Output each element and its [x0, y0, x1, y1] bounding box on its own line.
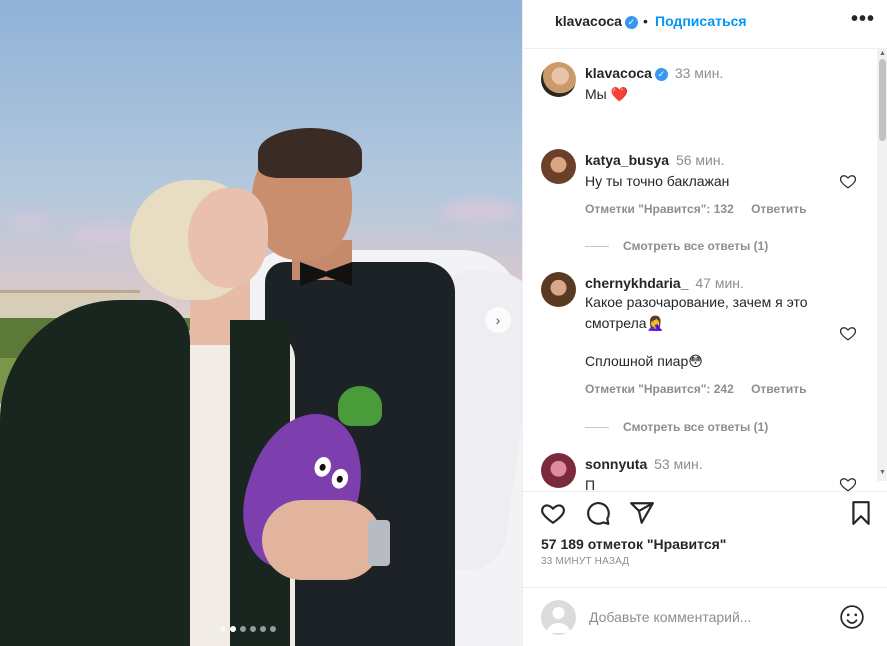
comment-time[interactable]: 56 мин.	[676, 152, 725, 168]
comment-username[interactable]: katya_busya	[585, 152, 669, 168]
caption: klavacoca ✓ 33 мин.	[585, 63, 835, 84]
comment-username[interactable]: sonnyuta	[585, 456, 647, 472]
carousel-dot	[260, 626, 266, 632]
cloud	[10, 215, 50, 229]
toy-eye	[312, 454, 334, 479]
comment-meta: Отметки "Нравится": 242 Ответить	[585, 382, 821, 396]
comment-header: chernykhdaria_ 47 мин.	[585, 273, 835, 294]
like-comment-icon[interactable]	[839, 475, 857, 491]
comment-likes[interactable]: Отметки "Нравится": 132	[585, 202, 734, 216]
post-time[interactable]: 33 МИНУТ НАЗАД	[541, 556, 629, 567]
comment-text-line2: Сплошной пиар😳	[585, 353, 703, 369]
share-icon[interactable]	[629, 500, 655, 526]
comment-text: П	[585, 477, 596, 491]
toy-eye	[329, 466, 351, 491]
header-username[interactable]: klavacoca ✓	[555, 13, 638, 29]
current-user-avatar	[541, 600, 576, 635]
carousel-dot	[220, 626, 226, 632]
header-username-text[interactable]: klavacoca	[555, 13, 622, 29]
save-icon[interactable]	[848, 500, 874, 526]
add-comment-bar	[523, 587, 887, 646]
carousel-dots	[220, 626, 276, 632]
comments-list[interactable]: klavacoca ✓ 33 мин. Мы ❤️ katya_busya 56 …	[523, 49, 887, 491]
comment-icon[interactable]	[585, 500, 611, 526]
more-options-icon[interactable]: •••	[851, 8, 875, 31]
view-replies-label[interactable]: Смотреть все ответы (1)	[623, 239, 768, 253]
scroll-down-icon[interactable]: ▼	[878, 469, 887, 476]
view-replies-button[interactable]: Смотреть все ответы (1)	[585, 420, 768, 434]
replies-line	[585, 427, 609, 429]
reply-button[interactable]: Ответить	[751, 202, 806, 216]
avatar[interactable]	[541, 149, 576, 184]
reply-button[interactable]: Ответить	[751, 382, 806, 396]
view-replies-button[interactable]: Смотреть все ответы (1)	[585, 239, 768, 253]
carousel-dot	[240, 626, 246, 632]
man-hair	[258, 128, 362, 178]
avatar[interactable]	[541, 62, 576, 97]
avatar[interactable]	[541, 453, 576, 488]
avatar[interactable]	[541, 272, 576, 307]
comment-header: katya_busya 56 мин.	[585, 150, 835, 171]
hands	[262, 500, 382, 580]
caption-time[interactable]: 33 мин.	[675, 65, 724, 81]
likes-count[interactable]: 57 189 отметок "Нравится"	[541, 536, 726, 552]
comment-input[interactable]	[589, 606, 819, 628]
user-placeholder-icon	[546, 607, 571, 633]
comment-time[interactable]: 53 мин.	[654, 456, 703, 472]
caption-text: Мы ❤️	[585, 86, 629, 102]
woman-face	[188, 188, 268, 288]
wristwatch	[368, 520, 390, 566]
eggplant-stem	[338, 386, 382, 426]
comment-likes[interactable]: Отметки "Нравится": 242	[585, 382, 734, 396]
emoji-icon[interactable]	[839, 604, 865, 630]
carousel-dot	[270, 626, 276, 632]
replies-line	[585, 246, 609, 248]
like-icon[interactable]	[540, 500, 566, 526]
separator-dot: •	[643, 13, 648, 29]
carousel-dot-active	[230, 626, 236, 632]
comment-text: Ну ты точно баклажан	[585, 173, 730, 189]
post-photo[interactable]: ›	[0, 0, 522, 646]
comment-username[interactable]: chernykhdaria_	[585, 275, 689, 291]
view-replies-label[interactable]: Смотреть все ответы (1)	[623, 420, 768, 434]
next-photo-button[interactable]: ›	[485, 307, 511, 333]
verified-icon: ✓	[624, 16, 638, 29]
comment-time[interactable]: 47 мин.	[695, 275, 744, 291]
comment-text: Какое разочарование, зачем я это смотрел…	[585, 294, 808, 331]
like-comment-icon[interactable]	[839, 172, 857, 190]
scrollbar-thumb[interactable]	[879, 59, 886, 141]
comment-meta: Отметки "Нравится": 132 Ответить	[585, 202, 821, 216]
carousel-dot	[250, 626, 256, 632]
like-comment-icon[interactable]	[839, 324, 857, 342]
post-side-panel: klavacoca ✓ • Подписаться ••• klavacoca ✓ …	[522, 0, 887, 646]
verified-icon: ✓	[654, 68, 668, 81]
jacket-left	[0, 300, 190, 646]
scroll-up-icon[interactable]: ▲	[878, 50, 887, 57]
post-header: klavacoca ✓ • Подписаться •••	[523, 0, 887, 49]
post-actions: 57 189 отметок "Нравится" 33 МИНУТ НАЗАД	[523, 491, 887, 577]
caption-username[interactable]: klavacoca	[585, 65, 652, 81]
comment-header: sonnyuta 53 мин.	[585, 454, 835, 475]
follow-button[interactable]: Подписаться	[655, 13, 747, 29]
cloud	[440, 200, 520, 222]
comments-scrollbar[interactable]: ▲ ▼	[877, 49, 887, 481]
